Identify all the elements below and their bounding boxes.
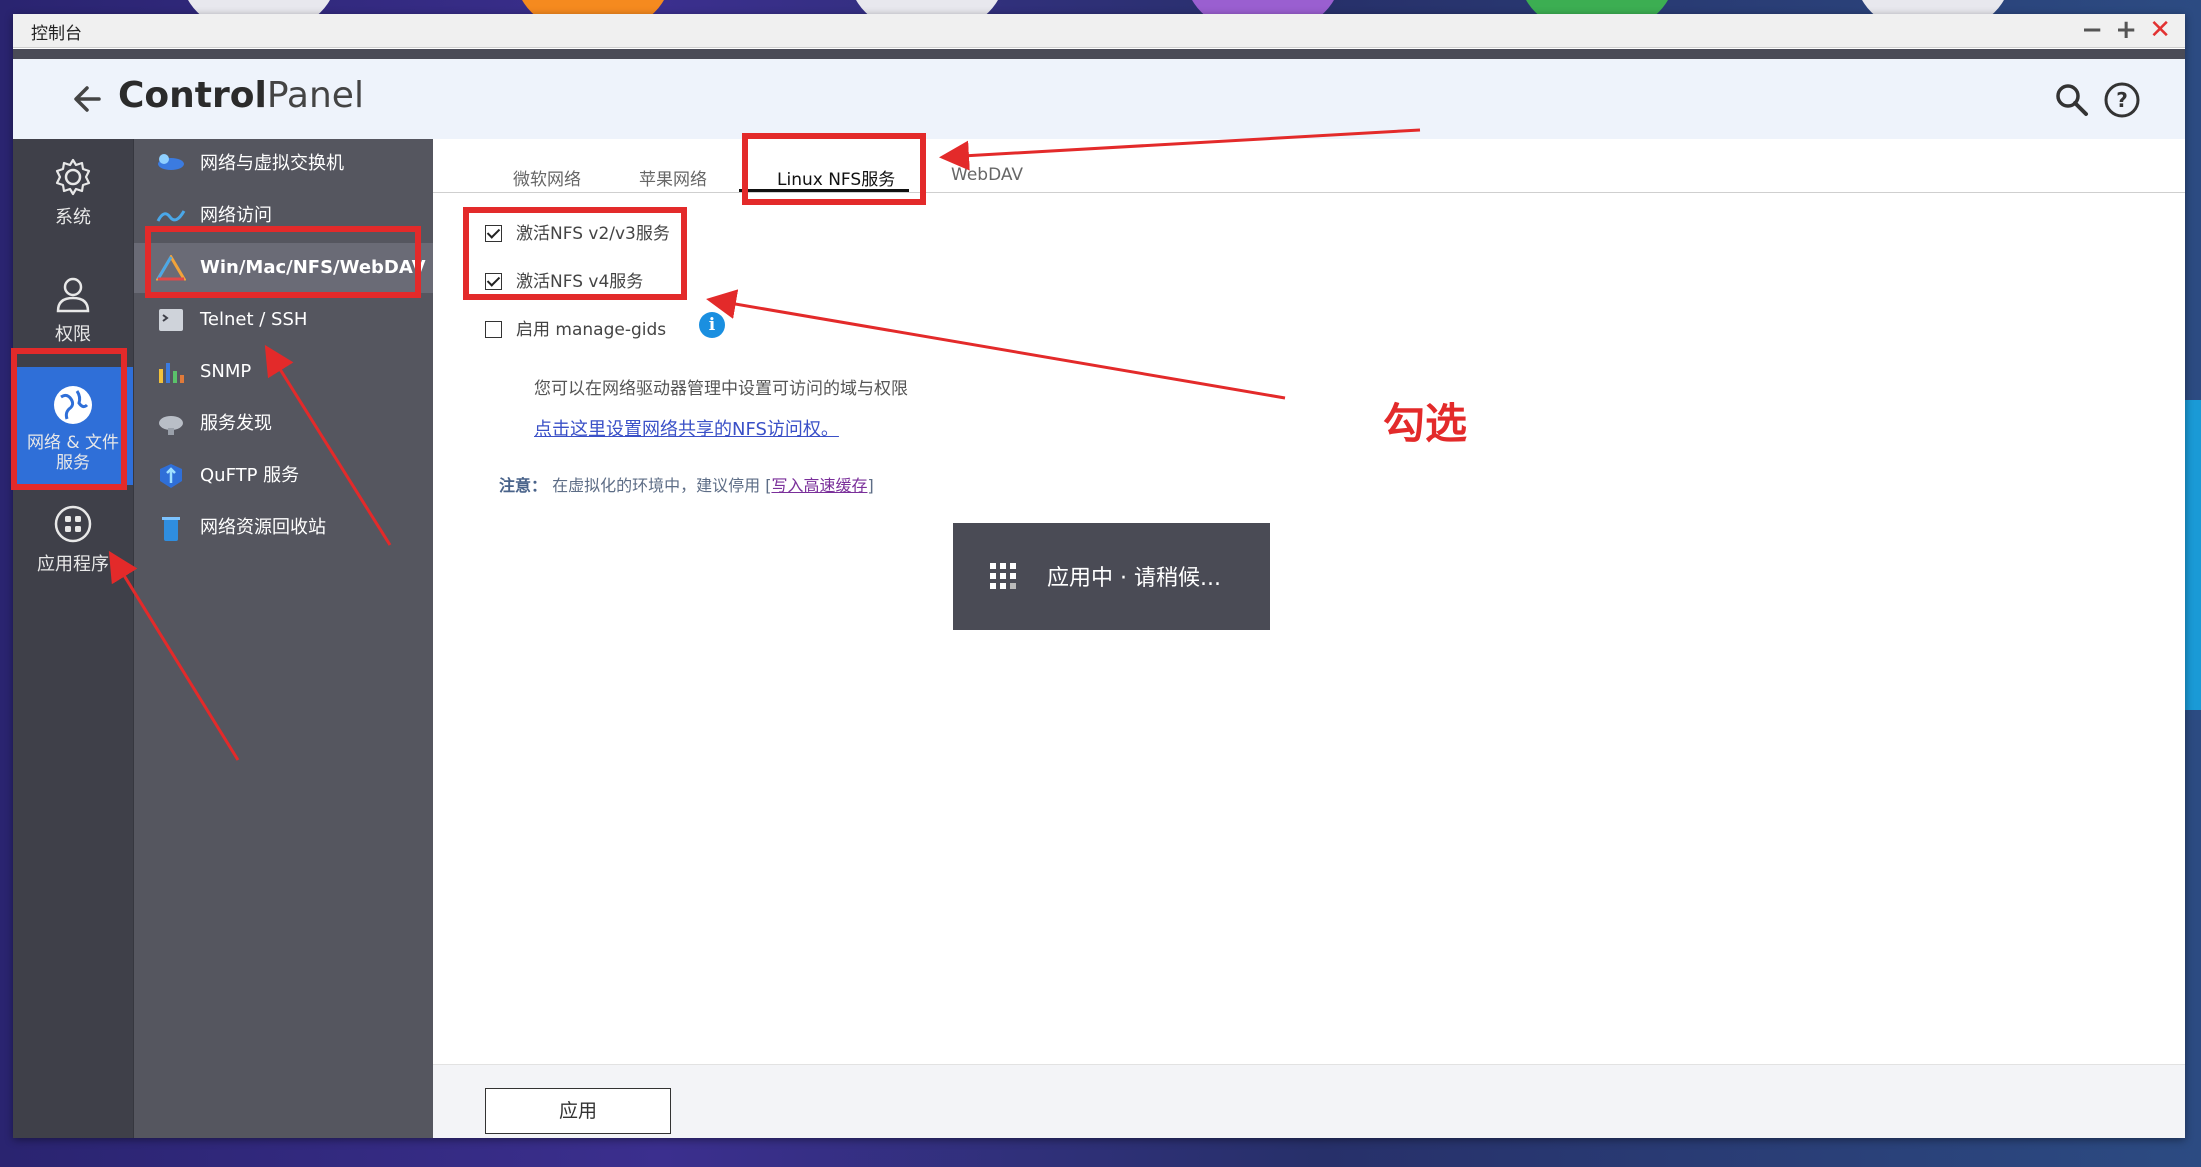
help-icon[interactable]: ?	[2103, 81, 2141, 119]
manage-gids-label: 启用 manage-gids	[516, 320, 667, 340]
minimize-button[interactable]: −	[2081, 16, 2103, 44]
manage-gids-checkbox[interactable]	[485, 321, 502, 338]
active-tab-underline	[739, 189, 909, 192]
rail-item-label: 网络 & 文件服务	[26, 433, 120, 473]
nfs-v2v3-checkbox[interactable]	[485, 225, 502, 242]
subnav-item-label: 网络资源回收站	[200, 517, 326, 538]
note-text: 在虚拟化的环境中，建议停用 [	[552, 476, 772, 495]
tab-linux-nfs[interactable]: Linux NFS服务	[777, 165, 895, 190]
subnav-item-recycle-bin[interactable]: 网络资源回收站	[134, 503, 434, 553]
gear-icon	[55, 158, 91, 196]
subnav-item-snmp[interactable]: SNMP	[134, 347, 434, 397]
tab-apple-network[interactable]: 苹果网络	[639, 165, 707, 190]
back-arrow-icon[interactable]	[69, 79, 109, 119]
note-end: ]	[867, 476, 874, 495]
maximize-button[interactable]: +	[2115, 16, 2137, 44]
nfs-settings-panel: 微软网络 苹果网络 Linux NFS服务 WebDAV 激活NFS v2/v3…	[433, 139, 2185, 1138]
service-discovery-icon	[159, 416, 183, 435]
rail-item-label: 权限	[55, 324, 91, 345]
subnav-item-label: Telnet / SSH	[200, 309, 308, 330]
manage-gids-option[interactable]: 启用 manage-gids	[485, 315, 666, 340]
subnav-item-label: SNMP	[200, 361, 252, 382]
nfs-access-link[interactable]: 点击这里设置网络共享的NFS访问权。	[534, 415, 839, 441]
grid-icon	[54, 505, 92, 543]
subnav-item-network-access[interactable]: 网络访问	[134, 191, 434, 241]
globe-icon	[54, 386, 92, 424]
apply-button[interactable]: 应用	[485, 1088, 671, 1134]
virtualization-note: 注意： 在虚拟化的环境中，建议停用 [写入高速缓存]	[499, 472, 874, 496]
note-label: 注意：	[499, 476, 548, 495]
tab-microsoft-network[interactable]: 微软网络	[513, 165, 581, 190]
category-rail: 系统 权限 网络 & 文件服务 应用程序	[13, 139, 133, 1138]
service-tabs: 微软网络 苹果网络 Linux NFS服务 WebDAV	[433, 139, 2185, 193]
subnav-item-label: 服务发现	[200, 413, 272, 434]
app-title: ControlPanel	[118, 75, 364, 116]
desktop-widget-edge	[2185, 400, 2201, 710]
search-icon[interactable]	[2053, 81, 2089, 117]
close-button[interactable]: ✕	[2149, 16, 2171, 44]
action-footer: 应用	[433, 1064, 2185, 1138]
subnav-item-file-services[interactable]: Win/Mac/NFS/WebDAV	[134, 243, 434, 293]
rail-item-network-file-services[interactable]: 网络 & 文件服务	[13, 367, 133, 485]
user-icon	[56, 277, 90, 313]
snmp-bar-icon	[159, 363, 184, 383]
subnav-item-label: 网络与虚拟交换机	[200, 153, 344, 174]
ftp-icon	[160, 464, 182, 488]
annotation-label: 勾选	[1383, 399, 1468, 448]
subnav-item-label: Win/Mac/NFS/WebDAV	[200, 257, 426, 278]
tab-webdav[interactable]: WebDAV	[951, 165, 1023, 185]
terminal-icon	[159, 309, 183, 331]
nfs-v4-label: 激活NFS v4服务	[516, 272, 644, 292]
info-icon[interactable]: i	[699, 312, 725, 338]
toast-text: 应用中 · 请稍候...	[1047, 566, 1221, 591]
subnav-item-label: 网络访问	[200, 205, 272, 226]
titlebar-divider	[13, 49, 2185, 59]
nfs-v2v3-label: 激活NFS v2/v3服务	[516, 224, 670, 244]
loading-grid-icon	[990, 563, 1016, 589]
app-header: ControlPanel ?	[13, 59, 2185, 139]
file-services-icon	[156, 255, 186, 281]
window-title: 控制台	[31, 24, 82, 44]
rail-item-label: 应用程序	[37, 554, 109, 575]
subnav-item-telnet-ssh[interactable]: Telnet / SSH	[134, 295, 434, 345]
subnav-item-quftp[interactable]: QuFTP 服务	[134, 451, 434, 501]
rail-item-applications[interactable]: 应用程序	[13, 504, 133, 584]
subnav-item-label: QuFTP 服务	[200, 465, 300, 486]
rail-item-system[interactable]: 系统	[13, 157, 133, 237]
window-titlebar: 控制台 − + ✕	[13, 14, 2185, 48]
rail-item-label: 系统	[55, 207, 91, 228]
network-switch-icon	[158, 154, 184, 170]
nfs-v2v3-option[interactable]: 激活NFS v2/v3服务	[485, 219, 670, 244]
nfs-v4-option[interactable]: 激活NFS v4服务	[485, 267, 643, 292]
subnav-item-service-discovery[interactable]: 服务发现	[134, 399, 434, 449]
recycle-bin-icon	[162, 517, 180, 541]
subcategory-nav: 网络与虚拟交换机 网络访问 Win/Mac/NFS/WebDAV Telnet …	[133, 139, 434, 1138]
applying-toast: 应用中 · 请稍候...	[953, 523, 1270, 630]
write-cache-link[interactable]: 写入高速缓存	[771, 476, 867, 495]
app-title-bold: Control	[118, 75, 267, 116]
rail-item-permissions[interactable]: 权限	[13, 274, 133, 354]
svg-text:?: ?	[2116, 88, 2128, 112]
control-panel-window: 控制台 − + ✕ ControlPanel ? 系统 权限 网络 & 文件服务…	[13, 14, 2185, 1138]
network-access-icon	[156, 210, 186, 222]
app-title-light: Panel	[266, 75, 364, 116]
subnav-item-network-switch[interactable]: 网络与虚拟交换机	[134, 139, 434, 189]
nfs-v4-checkbox[interactable]	[485, 273, 502, 290]
permission-hint: 您可以在网络驱动器管理中设置可访问的域与权限	[534, 379, 908, 399]
